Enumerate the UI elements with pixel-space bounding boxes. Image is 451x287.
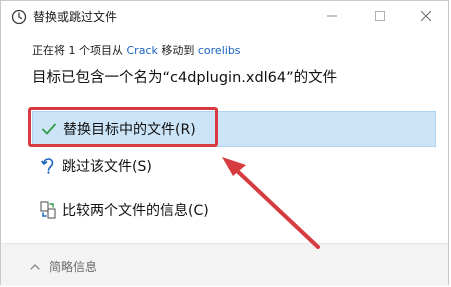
move-status-prefix: 正在将 1 个项目从 [32,44,127,57]
checkmark-icon [39,119,59,139]
skip-file-label: 跳过该文件(S) [62,159,152,175]
maximize-icon [375,11,385,21]
destination-folder-link[interactable]: corelibs [198,44,241,57]
skip-file-option[interactable]: 跳过该文件(S) [32,148,436,184]
skip-icon [38,156,58,176]
maximize-button[interactable] [357,1,403,31]
minimize-button[interactable] [309,1,355,31]
replace-file-label: 替换目标中的文件(R) [63,122,196,138]
source-folder-link[interactable]: Crack [127,44,158,57]
replace-or-skip-dialog: 替换或跳过文件 正在将 1 个项目从 Crack 移动到 corelibs 目标… [0,0,449,286]
compare-files-option[interactable]: 比较两个文件的信息(C) [32,192,436,228]
title-bar[interactable]: 替换或跳过文件 [1,1,448,33]
close-icon [421,11,431,21]
compare-icon [38,200,58,220]
replace-file-option[interactable]: 替换目标中的文件(R) [32,111,436,147]
close-button[interactable] [403,1,449,31]
clock-icon [11,9,27,25]
minimize-icon [327,15,337,17]
compare-files-label: 比较两个文件的信息(C) [62,203,209,219]
fewer-details-label: 简略信息 [49,260,98,274]
fewer-details-toggle[interactable]: 简略信息 [29,258,97,275]
move-status: 正在将 1 个项目从 Crack 移动到 corelibs [32,43,241,59]
window-title: 替换或跳过文件 [33,10,118,24]
chevron-up-icon [30,263,40,270]
dialog-footer: 简略信息 [1,243,448,286]
conflict-message: 目标已包含一个名为“c4dplugin.xdl64”的文件 [32,70,338,86]
move-status-middle: 移动到 [157,44,198,57]
